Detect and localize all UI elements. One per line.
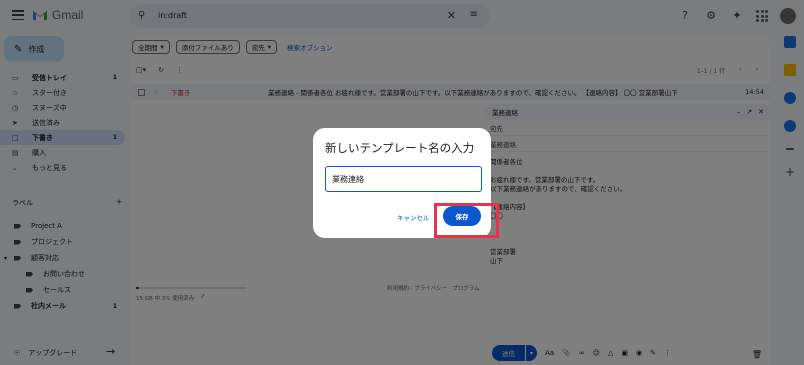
template-name-input[interactable]: 業務連絡 [325,166,482,192]
cancel-button[interactable]: キャンセル [397,212,430,222]
save-button-highlight [434,203,499,238]
dialog-title: 新しいテンプレート名の入力 [325,141,475,155]
